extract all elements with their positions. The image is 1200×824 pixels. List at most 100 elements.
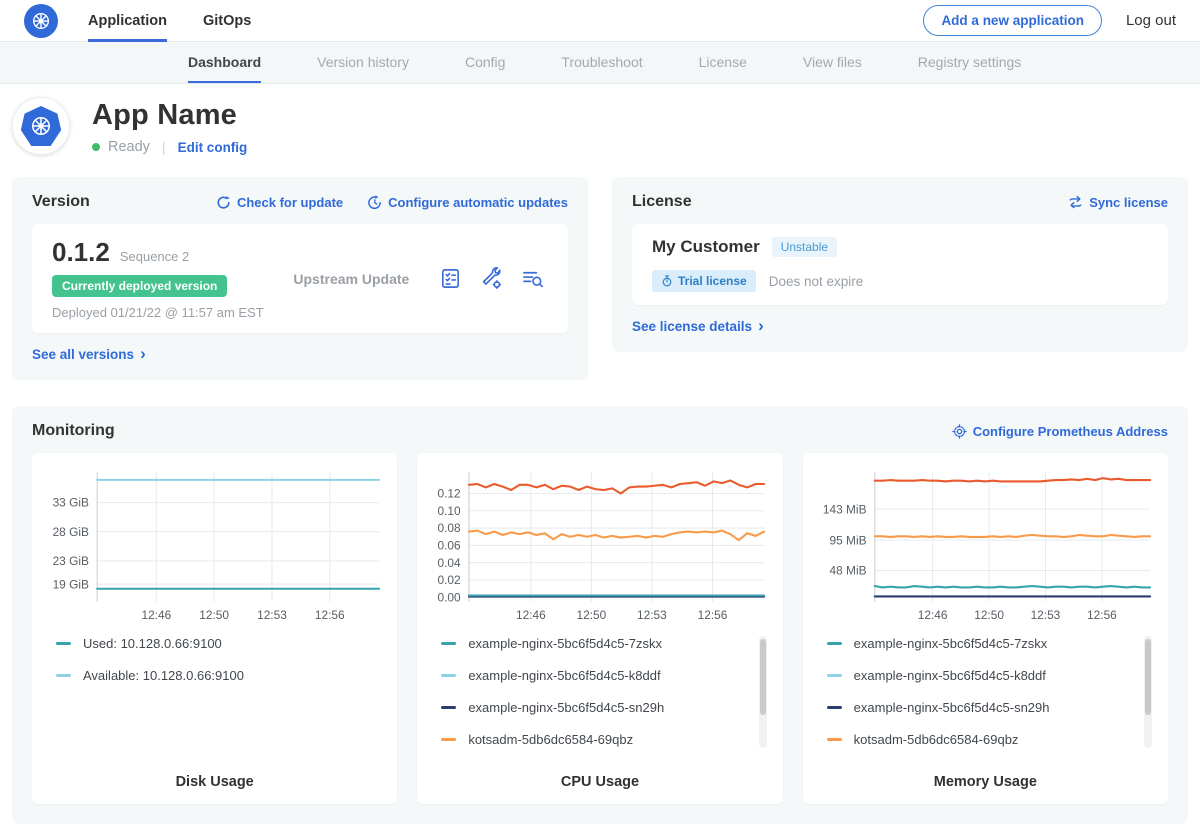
subnav-tab-version-history[interactable]: Version history: [317, 42, 409, 83]
legend-swatch: [827, 738, 842, 741]
memory-usage-title: Memory Usage: [815, 764, 1156, 790]
svg-text:33 GiB: 33 GiB: [53, 496, 89, 510]
app-icon: [12, 97, 70, 155]
version-card-title: Version: [32, 193, 90, 211]
configure-automatic-updates-link[interactable]: Configure automatic updates: [367, 195, 568, 210]
legend-label: example-nginx-5bc6f5d4c5-7zskx: [468, 636, 662, 651]
svg-text:28 GiB: 28 GiB: [53, 525, 89, 539]
deployed-timestamp: Deployed 01/21/22 @ 11:57 am EST: [52, 305, 264, 320]
legend-swatch: [441, 706, 456, 709]
svg-text:12:50: 12:50: [199, 608, 229, 622]
legend-scrollbar-thumb[interactable]: [760, 639, 766, 715]
subnav-tab-license[interactable]: License: [699, 42, 747, 83]
legend-label: Used: 10.128.0.66:9100: [83, 636, 222, 651]
svg-text:19 GiB: 19 GiB: [53, 577, 89, 591]
configure-prometheus-link[interactable]: Configure Prometheus Address: [952, 424, 1168, 439]
legend-item: example-nginx-5bc6f5d4c5-7zskx: [827, 636, 1156, 651]
svg-text:0.00: 0.00: [438, 590, 462, 604]
legend-swatch: [441, 738, 456, 741]
svg-text:12:50: 12:50: [577, 608, 607, 622]
legend-item: Used: 10.128.0.66:9100: [56, 636, 385, 651]
legend-scrollbar-thumb[interactable]: [1145, 639, 1151, 715]
monitoring-title: Monitoring: [32, 422, 115, 440]
legend-label: example-nginx-5bc6f5d4c5-k8ddf: [468, 668, 660, 683]
current-version-panel: 0.1.2 Sequence 2 Currently deployed vers…: [32, 224, 568, 333]
chevron-right-icon: ›: [140, 345, 146, 362]
app-status-text: Ready: [108, 139, 150, 155]
divider: |: [162, 139, 166, 155]
ready-status-dot: [92, 143, 100, 151]
check-for-update-link[interactable]: Check for update: [216, 195, 343, 210]
page-title: App Name: [92, 99, 247, 132]
monitoring-section: Monitoring Configure Prometheus Address …: [12, 406, 1188, 824]
summary-cards-row: Version Check for update Configure autom…: [12, 177, 1188, 380]
subnav-tab-registry-settings[interactable]: Registry settings: [918, 42, 1021, 83]
svg-text:0.02: 0.02: [438, 573, 461, 587]
chevron-right-icon: ›: [758, 317, 764, 334]
svg-text:48 MiB: 48 MiB: [829, 564, 866, 578]
view-diff-icon[interactable]: [521, 267, 544, 290]
version-number: 0.1.2: [52, 237, 110, 268]
charts-row: 33 GiB 28 GiB 23 GiB 19 GiB 12:46 12:50 12:53 1…: [32, 453, 1168, 804]
legend-swatch: [827, 706, 842, 709]
sync-license-link[interactable]: Sync license: [1068, 195, 1168, 210]
svg-text:12:53: 12:53: [637, 608, 667, 622]
svg-text:143 MiB: 143 MiB: [823, 502, 867, 516]
svg-text:12:46: 12:46: [917, 608, 947, 622]
disk-usage-card: 33 GiB28 GiB23 GiB19 GiB12:4612:5012:531…: [32, 453, 397, 804]
add-application-button[interactable]: Add a new application: [923, 5, 1102, 36]
see-all-versions-link[interactable]: See all versions›: [32, 346, 568, 364]
update-type-label: Upstream Update: [264, 271, 439, 287]
svg-text:12:53: 12:53: [1030, 608, 1060, 622]
legend-label: kotsadm-5db6dc6584-69qbz: [468, 732, 633, 747]
schedule-icon: [367, 195, 382, 210]
svg-text:95 MiB: 95 MiB: [829, 533, 866, 547]
logout-button[interactable]: Log out: [1126, 12, 1176, 29]
legend-label: example-nginx-5bc6f5d4c5-sn29h: [854, 700, 1050, 715]
legend-swatch: [827, 642, 842, 645]
legend-label: example-nginx-5bc6f5d4c5-7zskx: [854, 636, 1048, 651]
see-license-details-link[interactable]: See license details›: [632, 318, 1168, 336]
legend-item: example-nginx-5bc6f5d4c5-sn29h: [441, 700, 770, 715]
svg-text:23 GiB: 23 GiB: [53, 554, 89, 568]
legend-swatch: [56, 642, 71, 645]
svg-text:0.06: 0.06: [438, 539, 462, 553]
memory-usage-legend: example-nginx-5bc6f5d4c5-7zskx example-ng…: [827, 636, 1156, 764]
version-card: Version Check for update Configure autom…: [12, 177, 588, 380]
svg-text:12:56: 12:56: [315, 608, 345, 622]
trial-license-badge: Trial license: [652, 270, 756, 292]
config-wrench-icon[interactable]: [480, 267, 503, 290]
svg-text:12:46: 12:46: [516, 608, 546, 622]
cpu-usage-legend: example-nginx-5bc6f5d4c5-7zskx example-ng…: [441, 636, 770, 764]
app-header: App Name Ready | Edit config: [0, 84, 1200, 171]
cpu-usage-title: CPU Usage: [429, 764, 770, 790]
legend-swatch: [441, 674, 456, 677]
svg-text:0.12: 0.12: [438, 487, 461, 501]
top-nav: ApplicationGitOps Add a new application …: [0, 0, 1200, 42]
legend-label: kotsadm-5db6dc6584-69qbz: [854, 732, 1019, 747]
deployed-status-badge: Currently deployed version: [52, 275, 227, 297]
edit-config-link[interactable]: Edit config: [178, 140, 248, 155]
subnav-tab-troubleshoot[interactable]: Troubleshoot: [561, 42, 642, 83]
subnav-tab-dashboard[interactable]: Dashboard: [188, 42, 261, 83]
license-detail-panel: My Customer Unstable Trial license Does …: [632, 224, 1168, 305]
disk-usage-title: Disk Usage: [44, 764, 385, 790]
legend-scrollbar-track[interactable]: [1144, 636, 1152, 748]
svg-text:12:56: 12:56: [698, 608, 728, 622]
legend-item: example-nginx-5bc6f5d4c5-k8ddf: [441, 668, 770, 683]
memory-usage-chart: 143 MiB95 MiB48 MiB12:4612:5012:5312:56: [815, 463, 1156, 628]
cpu-usage-chart: 0.120.100.080.060.040.020.0012:4612:5012…: [429, 463, 770, 628]
legend-swatch: [56, 674, 71, 677]
legend-item: kotsadm-5db6dc6584-69qbz: [441, 732, 770, 747]
disk-usage-legend: Used: 10.128.0.66:9100Available: 10.128.…: [56, 636, 385, 756]
subnav-tab-view-files[interactable]: View files: [803, 42, 862, 83]
version-sequence: Sequence 2: [120, 249, 189, 264]
topnav-tab-gitops[interactable]: GitOps: [203, 0, 251, 42]
topnav-tab-application[interactable]: Application: [88, 0, 167, 42]
stopwatch-icon: [661, 275, 673, 287]
kubernetes-logo-icon: [24, 4, 58, 38]
subnav-tab-config[interactable]: Config: [465, 42, 505, 83]
legend-scrollbar-track[interactable]: [759, 636, 767, 748]
preflight-checks-icon[interactable]: [439, 267, 462, 290]
svg-text:12:46: 12:46: [141, 608, 171, 622]
